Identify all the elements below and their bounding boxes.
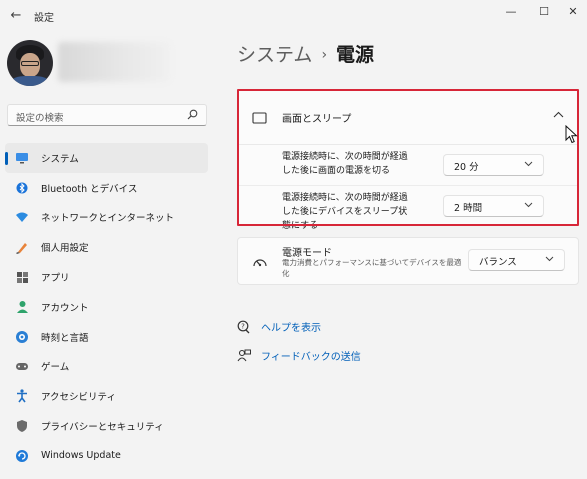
sleep-dropdown[interactable]: 2 時間: [443, 195, 544, 217]
sidebar-item-label: Windows Update: [41, 450, 121, 462]
apps-icon: [15, 270, 29, 284]
gauge-icon: [252, 254, 268, 268]
sidebar-item-network[interactable]: ネットワークとインターネット: [5, 203, 208, 233]
minimize-button[interactable]: —: [500, 4, 522, 20]
chevron-down-icon: [545, 255, 554, 264]
sidebar-item-label: アクセシビリティ: [41, 392, 116, 404]
help-links: ? ヘルプを表示 フィードバックの送信: [237, 315, 361, 367]
sidebar-item-label: 個人用設定: [41, 243, 89, 255]
personalization-icon: [15, 240, 29, 255]
account-icon: [15, 300, 29, 314]
breadcrumb-separator: ›: [321, 47, 328, 63]
screen-sleep-card: 画面とスリープ 電源接続時に、次の時間が経過した後に画面の電源を切る 20 分 …: [237, 89, 579, 231]
maximize-button[interactable]: ☐: [533, 4, 555, 20]
help-link-text[interactable]: ヘルプを表示: [261, 319, 321, 334]
sidebar-item-label: システム: [41, 153, 79, 165]
chevron-up-icon[interactable]: [553, 108, 564, 121]
avatar-shirt: [11, 76, 49, 86]
search-placeholder: 設定の検索: [16, 113, 64, 124]
power-mode-value: バランス: [479, 257, 517, 268]
screen-off-label: 電源接続時に、次の時間が経過した後に画面の電源を切る: [282, 152, 408, 176]
sidebar-item-label: アプリ: [41, 273, 70, 285]
sidebar-item-system[interactable]: システム: [5, 143, 208, 173]
sidebar-item-gaming[interactable]: ゲーム: [5, 352, 208, 382]
feedback-link[interactable]: フィードバックの送信: [237, 344, 361, 367]
sidebar-item-personalization[interactable]: 個人用設定: [5, 232, 208, 262]
help-icon: ?: [237, 320, 251, 334]
sleep-label: 電源接続時に、次の時間が経過した後にデバイスをスリープ状態にする: [282, 193, 408, 231]
monitor-sleep-icon: [252, 110, 268, 125]
sidebar-item-accessibility[interactable]: アクセシビリティ: [5, 381, 208, 411]
title-bar: ← 設定 — ☐ ✕: [0, 0, 587, 32]
sidebar-item-label: プライバシーとセキュリティ: [41, 422, 164, 434]
breadcrumb-parent[interactable]: システム: [237, 44, 312, 66]
app-title: 設定: [34, 13, 54, 24]
sleep-row: 電源接続時に、次の時間が経過した後にデバイスをスリープ状態にする 2 時間: [238, 185, 578, 231]
accessibility-icon: [15, 389, 29, 403]
breadcrumb: システム › 電源: [237, 40, 374, 67]
chevron-down-icon: [524, 160, 533, 169]
power-mode-description: 電力消費とパフォーマンスに基づいてデバイスを最適化: [282, 258, 462, 278]
mouse-cursor-icon: [565, 124, 579, 145]
profile-name-blurred: [58, 42, 170, 82]
sidebar-item-label: 時刻と言語: [41, 332, 89, 344]
feedback-icon: [237, 349, 251, 363]
screen-off-value: 20 分: [454, 162, 479, 173]
close-button[interactable]: ✕: [562, 4, 584, 20]
avatar-glasses: [21, 61, 39, 66]
network-icon: [15, 210, 29, 224]
sidebar-item-label: ゲーム: [41, 362, 70, 374]
settings-window: ← 設定 — ☐ ✕ 設定の検索 システム Bluetooth とデバイス ネッ…: [0, 0, 587, 479]
active-indicator: [5, 152, 8, 165]
bluetooth-icon: [15, 181, 29, 195]
search-icon[interactable]: [187, 109, 198, 123]
sidebar-item-apps[interactable]: アプリ: [5, 262, 208, 292]
screen-off-dropdown[interactable]: 20 分: [443, 154, 544, 176]
feedback-link-text[interactable]: フィードバックの送信: [261, 348, 361, 363]
sidebar-item-privacy[interactable]: プライバシーとセキュリティ: [5, 411, 208, 441]
svg-text:?: ?: [241, 322, 245, 330]
help-link[interactable]: ? ヘルプを表示: [237, 315, 361, 338]
sidebar-item-account[interactable]: アカウント: [5, 292, 208, 322]
sidebar-item-label: Bluetooth とデバイス: [41, 183, 138, 195]
sidebar-item-time-language[interactable]: 時刻と言語: [5, 322, 208, 352]
page-title: 電源: [336, 44, 375, 66]
search-input[interactable]: 設定の検索: [7, 104, 207, 126]
screen-off-row: 電源接続時に、次の時間が経過した後に画面の電源を切る 20 分: [238, 144, 578, 185]
sleep-value: 2 時間: [454, 203, 483, 214]
back-button[interactable]: ←: [6, 6, 26, 26]
system-icon: [15, 151, 29, 165]
screen-sleep-header[interactable]: 画面とスリープ: [238, 90, 578, 142]
chevron-down-icon: [524, 201, 533, 210]
gaming-icon: [15, 359, 29, 373]
screen-sleep-title: 画面とスリープ: [282, 114, 352, 125]
sidebar-item-label: ネットワークとインターネット: [41, 213, 175, 225]
sidebar-nav: システム Bluetooth とデバイス ネットワークとインターネット 個人用設…: [5, 143, 208, 471]
privacy-icon: [15, 419, 29, 433]
sidebar-item-label: アカウント: [41, 302, 89, 314]
avatar[interactable]: [7, 40, 53, 86]
sidebar-item-windows-update[interactable]: Windows Update: [5, 441, 208, 471]
time-language-icon: [15, 330, 29, 344]
power-mode-dropdown[interactable]: バランス: [468, 249, 565, 271]
power-mode-card: 電源モード 電力消費とパフォーマンスに基づいてデバイスを最適化 バランス: [237, 237, 579, 285]
windows-update-icon: [15, 449, 29, 463]
sidebar-item-bluetooth[interactable]: Bluetooth とデバイス: [5, 173, 208, 203]
